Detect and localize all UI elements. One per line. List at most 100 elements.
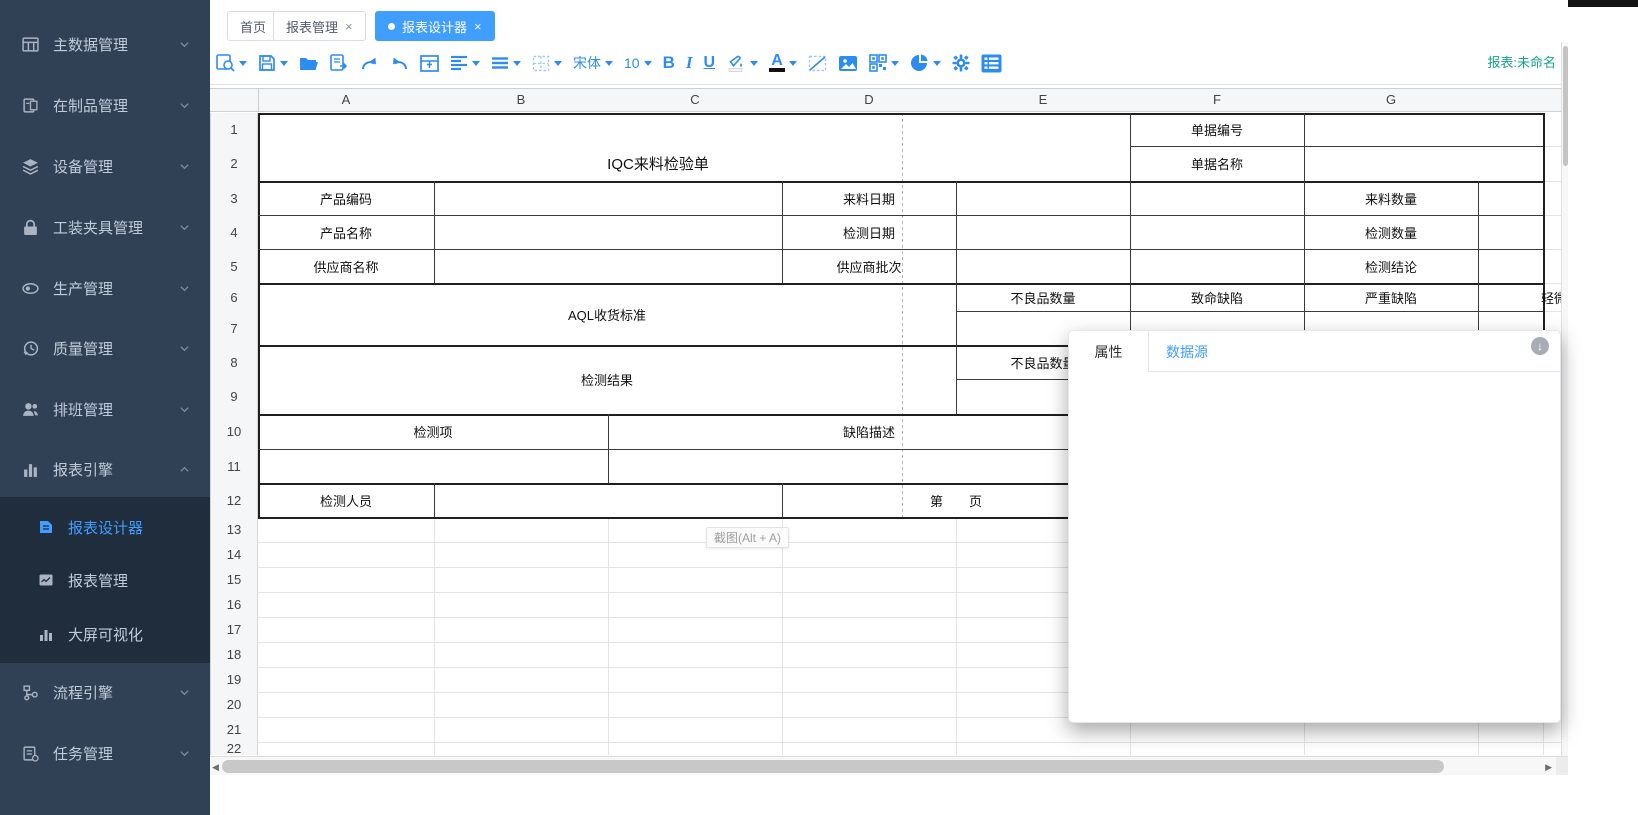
export-button[interactable]	[328, 52, 351, 74]
tab-properties[interactable]: 属性	[1069, 331, 1149, 372]
tab-report-designer[interactable]: 报表设计器 ×	[375, 11, 495, 41]
cell-severe_defect[interactable]: 严重缺陷	[1304, 283, 1478, 311]
qrcode-button[interactable]	[867, 52, 901, 74]
sidebar-item-report-engine[interactable]: 报表引擎	[0, 444, 210, 494]
column-header[interactable]: G	[1304, 88, 1479, 112]
row-header[interactable]: 1	[210, 113, 258, 147]
row-header[interactable]: 20	[210, 692, 258, 718]
cell-supplier_name[interactable]: 供应商名称	[258, 249, 434, 283]
line-style-button[interactable]	[489, 54, 523, 72]
row-header[interactable]: 6	[210, 283, 258, 312]
cell-product_name[interactable]: 产品名称	[258, 215, 434, 249]
cell-incoming_qty[interactable]: 来料数量	[1304, 181, 1478, 215]
cell-doc_name[interactable]: 单据名称	[1130, 146, 1304, 181]
sidebar-item-report-manage[interactable]: 报表管理	[0, 555, 210, 605]
sidebar-item-task-manage[interactable]: 任务管理	[0, 728, 210, 778]
row-header[interactable]: 12	[210, 483, 258, 518]
cell-edge_row6[interactable]: 轻微	[1540, 283, 1561, 311]
row-header[interactable]: 10	[210, 414, 258, 450]
font-family-select[interactable]: 宋体	[571, 51, 615, 75]
scroll-left-icon[interactable]: ◀	[212, 760, 219, 774]
tab-datasource[interactable]: 数据源	[1166, 331, 1208, 372]
row-header[interactable]: 7	[210, 311, 258, 346]
sidebar-item-tooling[interactable]: 工装夹具管理	[0, 202, 210, 252]
italic-button[interactable]: I	[684, 51, 695, 75]
redo-button[interactable]	[358, 53, 381, 74]
cell-defect_desc[interactable]: 缺陷描述	[608, 414, 1130, 449]
column-header[interactable]: E	[956, 88, 1131, 112]
row-header[interactable]: 3	[210, 181, 258, 216]
sidebar-item-quality[interactable]: 质量管理	[0, 323, 210, 373]
sidebar-item-dashboard[interactable]: 大屏可视化	[0, 609, 210, 659]
open-button[interactable]	[297, 53, 321, 74]
close-icon[interactable]: ×	[474, 19, 482, 34]
cell-title[interactable]: IQC来料检验单	[258, 146, 1058, 181]
font-color-button[interactable]: A	[767, 52, 799, 74]
cell-doc_no[interactable]: 单据编号	[1130, 113, 1304, 146]
row-header[interactable]: 18	[210, 642, 258, 668]
cell-inspect_item[interactable]: 检测项	[258, 414, 608, 449]
row-header[interactable]: 14	[210, 542, 258, 568]
row-header[interactable]: 5	[210, 249, 258, 284]
row-header[interactable]: 8	[210, 345, 258, 380]
preview-button[interactable]	[214, 52, 249, 74]
cell-inspector[interactable]: 检测人员	[258, 483, 434, 517]
cell-defect_qty[interactable]: 不良品数量	[956, 283, 1130, 311]
sidebar-item-scheduling[interactable]: 排班管理	[0, 384, 210, 434]
vertical-scroll-thumb[interactable]	[1563, 46, 1568, 166]
vertical-scrollbar[interactable]	[1561, 42, 1568, 756]
row-header[interactable]: 9	[210, 379, 258, 415]
chart-button[interactable]	[908, 52, 943, 74]
horizontal-scrollbar[interactable]: ◀ ▶	[210, 756, 1556, 775]
row-header[interactable]: 17	[210, 617, 258, 643]
row-header[interactable]: 4	[210, 215, 258, 250]
merge-cells-button[interactable]	[418, 53, 441, 74]
tab-home[interactable]: 首页	[227, 11, 279, 41]
sidebar-item-wip[interactable]: 在制品管理	[0, 80, 210, 130]
row-header[interactable]: 13	[210, 517, 258, 543]
collapse-panel-icon[interactable]: ↓	[1531, 337, 1549, 355]
settings-button[interactable]	[950, 52, 972, 74]
sidebar-item-master-data[interactable]: 主数据管理	[0, 19, 210, 69]
underline-button[interactable]: U	[701, 52, 717, 74]
font-size-select[interactable]: 10	[622, 53, 654, 73]
row-header[interactable]: 21	[210, 717, 258, 743]
cell-product_code[interactable]: 产品编码	[258, 181, 434, 215]
cell-aql[interactable]: AQL收货标准	[258, 283, 956, 345]
column-header[interactable]: B	[434, 88, 609, 112]
sidebar-item-production[interactable]: 生产管理	[0, 263, 210, 313]
row-header[interactable]: 16	[210, 592, 258, 618]
borders-button[interactable]	[530, 53, 564, 74]
row-header[interactable]: 11	[210, 449, 258, 484]
close-icon[interactable]: ×	[345, 19, 353, 34]
properties-panel[interactable]: 属性 数据源 ↓	[1068, 330, 1561, 723]
clear-cell-button[interactable]	[806, 53, 829, 74]
sidebar-item-equipment[interactable]: 设备管理	[0, 141, 210, 191]
fill-color-button[interactable]	[724, 52, 760, 74]
column-header[interactable]: F	[1130, 88, 1305, 112]
cell-inspect_result[interactable]: 检测结果	[258, 345, 956, 414]
align-button[interactable]	[448, 53, 482, 73]
scroll-right-icon[interactable]: ▶	[1545, 760, 1552, 774]
bold-button[interactable]: B	[661, 51, 677, 75]
insert-image-button[interactable]	[836, 53, 860, 74]
column-header[interactable]: A	[258, 88, 435, 112]
sidebar-item-flow-engine[interactable]: 流程引擎	[0, 667, 210, 717]
cell-inspect_date[interactable]: 检测日期	[782, 215, 956, 249]
undo-button[interactable]	[388, 53, 411, 74]
horizontal-scroll-thumb[interactable]	[222, 760, 1444, 773]
cell-fatal_defect[interactable]: 致命缺陷	[1130, 283, 1304, 311]
cell-inspect_result_label[interactable]: 检测结论	[1304, 249, 1478, 283]
form-settings-button[interactable]	[979, 52, 1004, 75]
cell-supplier_batch[interactable]: 供应商批次	[782, 249, 956, 283]
save-button[interactable]	[256, 52, 290, 74]
column-header[interactable]: D	[782, 88, 957, 112]
tab-report-manage[interactable]: 报表管理 ×	[273, 11, 366, 41]
sidebar-item-report-designer[interactable]: 报表设计器	[0, 502, 210, 552]
column-header[interactable]: C	[608, 88, 783, 112]
cell-incoming_date[interactable]: 来料日期	[782, 181, 956, 215]
row-header[interactable]: 15	[210, 567, 258, 593]
row-header[interactable]: 22	[210, 742, 258, 755]
row-header[interactable]: 2	[210, 146, 258, 182]
cell-inspect_qty[interactable]: 检测数量	[1304, 215, 1478, 249]
